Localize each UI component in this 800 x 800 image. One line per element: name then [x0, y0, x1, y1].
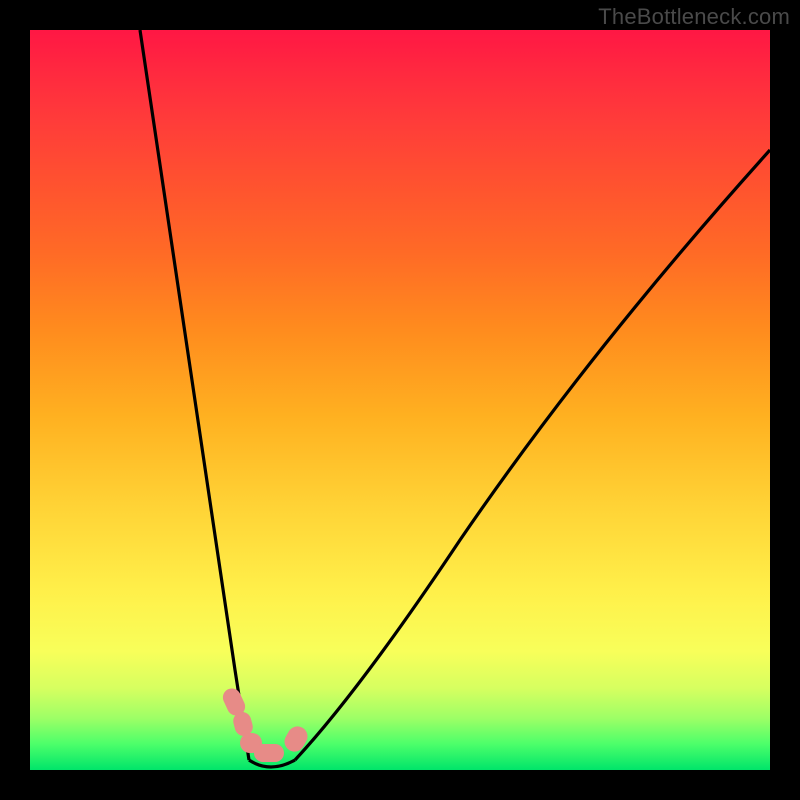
curve-left-branch	[140, 30, 249, 760]
plot-area	[30, 30, 770, 770]
chart-frame: TheBottleneck.com	[0, 0, 800, 800]
bottleneck-curve	[30, 30, 770, 770]
curve-right-branch	[295, 150, 770, 760]
valley-marker-4	[254, 744, 284, 762]
watermark-text: TheBottleneck.com	[598, 4, 790, 30]
